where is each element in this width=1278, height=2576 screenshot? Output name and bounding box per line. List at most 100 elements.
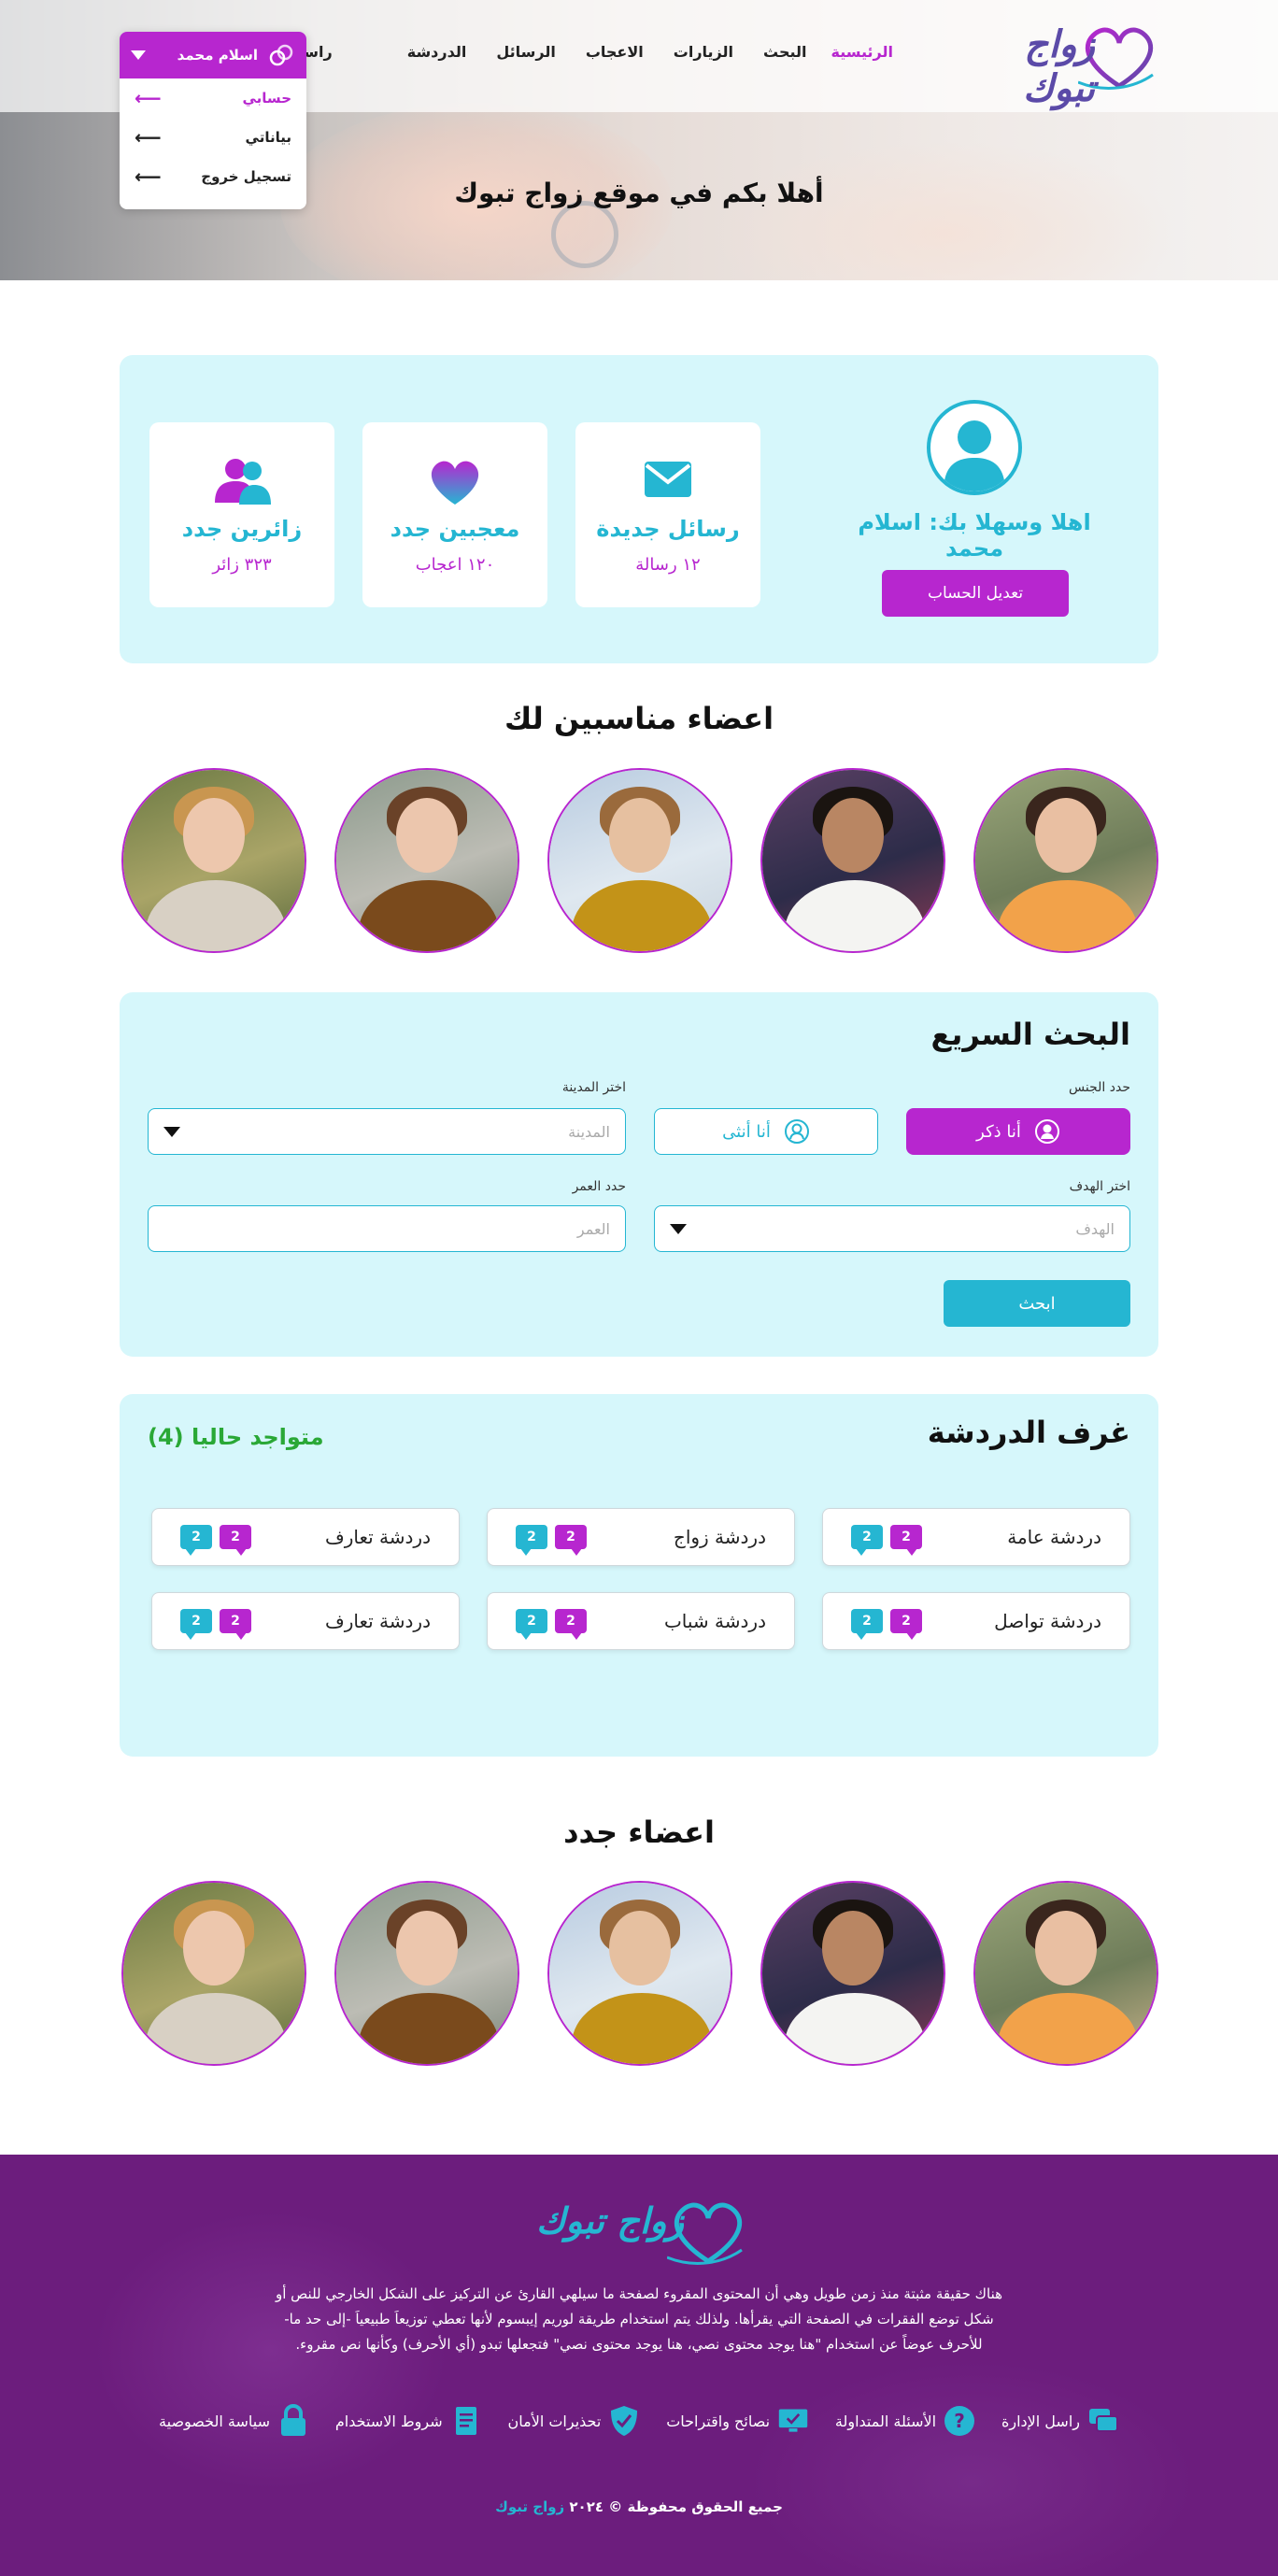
shield-check-icon <box>608 2405 640 2437</box>
heart-icon <box>431 461 479 505</box>
caret-down-icon <box>131 50 146 60</box>
chat-bubbles-icon <box>1087 2405 1119 2437</box>
chat-room[interactable]: دردشة تعارف 2 2 <box>151 1592 460 1650</box>
footer-link-contact-admin[interactable]: راسل الإدارة <box>1001 2405 1119 2437</box>
quick-search-panel: البحث السريع حدد الجنس أنا ذكر أنا أنثى … <box>120 992 1158 1357</box>
logo-text: زواج تبوك <box>1023 22 1095 110</box>
user-count-badge: 2 <box>555 1525 587 1556</box>
footer-link-faq[interactable]: ? الأسئلة المتداولة <box>835 2405 975 2437</box>
age-input[interactable]: العمر <box>148 1205 626 1252</box>
chat-title: غرف الدردشة <box>927 1415 1130 1450</box>
user-name: اسلام محمد <box>177 47 258 64</box>
footer: زواج تبوك هناك حقيقة مثبتة منذ زمن طويل … <box>0 2155 1278 2576</box>
chat-room[interactable]: دردشة شباب 2 2 <box>487 1592 795 1650</box>
copyright: جميع الحقوق محفوظة © ٢٠٢٤ زواج تبوك <box>495 2498 783 2515</box>
footer-link-terms[interactable]: شروط الاستخدام <box>335 2405 482 2437</box>
chevron-down-icon <box>163 1126 180 1137</box>
message-count-badge: 2 <box>516 1609 547 1640</box>
chat-room[interactable]: دردشة زواج 2 2 <box>487 1508 795 1566</box>
city-label: اختر المدينة <box>561 1080 626 1095</box>
footer-links: راسل الإدارة ? الأسئلة المتداولة نصائح و… <box>159 2404 1119 2437</box>
nav-likes[interactable]: الاعجاب <box>586 43 644 61</box>
search-button[interactable]: ابحث <box>944 1280 1130 1327</box>
user-silhouette-icon <box>944 420 1005 491</box>
city-select[interactable]: المدينة <box>148 1108 626 1155</box>
menu-item-my-data[interactable]: ⟵ بياناتي <box>120 118 306 157</box>
arrow-left-icon: ⟵ <box>135 126 162 149</box>
edit-account-button[interactable]: تعديل الحساب <box>882 570 1069 617</box>
user-menu-button[interactable]: اسلام محمد <box>120 32 306 78</box>
arrow-left-icon: ⟵ <box>135 87 162 109</box>
visitors-icon <box>215 459 271 505</box>
menu-item-logout[interactable]: ⟵ تسجيل خروج <box>120 157 306 196</box>
arrow-left-icon: ⟵ <box>135 165 162 188</box>
member-card[interactable] <box>760 1881 945 2066</box>
stat-card-messages[interactable]: رسائل جديدة ١٢ رسالة <box>575 422 760 607</box>
nav-home[interactable]: الرئيسية <box>831 43 894 61</box>
user-circle-icon <box>1034 1119 1059 1144</box>
message-count-badge: 2 <box>851 1525 883 1556</box>
footer-logo[interactable]: زواج تبوك <box>534 2196 749 2270</box>
goal-label: اختر الهدف <box>1069 1179 1130 1194</box>
suggested-title: اعضاء مناسبين لك <box>504 701 774 736</box>
goal-select[interactable]: الهدف <box>654 1205 1130 1252</box>
rings-icon <box>269 44 293 66</box>
footer-link-tips[interactable]: نصائح واقتراحات <box>666 2405 809 2437</box>
envelope-icon <box>645 462 691 497</box>
logo-text: زواج تبوك <box>535 2199 684 2242</box>
member-card[interactable] <box>334 1881 519 2066</box>
question-icon: ? <box>944 2405 975 2437</box>
menu-item-my-account[interactable]: ⟵ حسابي <box>120 78 306 118</box>
footer-link-privacy[interactable]: سياسة الخصوصية <box>159 2404 309 2437</box>
welcome-text: اهلا وسهلا بك: اسلام محمد <box>858 509 1091 562</box>
chat-room[interactable]: دردشة تواصل 2 2 <box>822 1592 1130 1650</box>
ring-image <box>551 201 618 268</box>
online-count: متواجد حاليا (4) <box>148 1424 324 1450</box>
user-count-badge: 2 <box>220 1525 251 1556</box>
chat-rooms-panel: غرف الدردشة متواجد حاليا (4) دردشة عامة … <box>120 1394 1158 1757</box>
nav-chat[interactable]: الدردشة <box>407 43 467 61</box>
user-circle-icon <box>784 1119 809 1144</box>
message-count-badge: 2 <box>516 1525 547 1556</box>
chat-room[interactable]: دردشة تعارف 2 2 <box>151 1508 460 1566</box>
message-count-badge: 2 <box>180 1525 212 1556</box>
chat-room[interactable]: دردشة عامة 2 2 <box>822 1508 1130 1566</box>
message-count-badge: 2 <box>180 1609 212 1640</box>
footer-link-safety[interactable]: تحذيرات الأمان <box>508 2405 641 2437</box>
age-label: حدد العمر <box>572 1179 626 1194</box>
gender-male-button[interactable]: أنا ذكر <box>906 1108 1130 1155</box>
user-dropdown: اسلام محمد ⟵ حسابي ⟵ بياناتي ⟵ تسجيل خرو… <box>120 32 306 209</box>
member-card[interactable] <box>547 768 732 953</box>
message-count-badge: 2 <box>851 1609 883 1640</box>
new-members <box>120 1881 1158 2068</box>
document-icon <box>450 2405 482 2437</box>
nav-visits[interactable]: الزيارات <box>674 43 733 61</box>
footer-description: هناك حقيقة مثبتة منذ زمن طويل وهي أن الم… <box>275 2285 1003 2353</box>
lock-icon <box>277 2404 309 2437</box>
avatar[interactable] <box>927 400 1022 495</box>
member-card[interactable] <box>973 768 1158 953</box>
member-card[interactable] <box>973 1881 1158 2066</box>
new-members-title: اعضاء جدد <box>563 1815 715 1850</box>
member-card[interactable] <box>334 768 519 953</box>
member-card[interactable] <box>121 1881 306 2066</box>
main-nav: الرئيسية البحث الزيارات الاعجاب الرسائل … <box>239 43 893 61</box>
nav-messages[interactable]: الرسائل <box>496 43 555 61</box>
svg-text:?: ? <box>954 2410 965 2432</box>
search-title: البحث السريع <box>930 1017 1130 1052</box>
site-logo[interactable]: زواج تبوك <box>945 21 1160 110</box>
stat-card-likes[interactable]: معجبين جدد ١٢٠ اعجاب <box>362 422 547 607</box>
member-card[interactable] <box>121 768 306 953</box>
member-card[interactable] <box>547 1881 732 2066</box>
copyright-brand[interactable]: زواج تبوك <box>495 2498 564 2515</box>
monitor-check-icon <box>777 2405 809 2437</box>
member-card[interactable] <box>760 768 945 953</box>
gender-label: حدد الجنس <box>1069 1080 1130 1095</box>
user-count-badge: 2 <box>555 1609 587 1640</box>
user-count-badge: 2 <box>890 1609 922 1640</box>
profile-panel: اهلا وسهلا بك: اسلام محمد تعديل الحساب ر… <box>120 355 1158 663</box>
suggested-members <box>120 768 1158 955</box>
stat-card-visitors[interactable]: زائرين جدد ٣٢٣ زائر <box>149 422 334 607</box>
nav-search[interactable]: البحث <box>763 43 807 61</box>
gender-female-button[interactable]: أنا أنثى <box>654 1108 878 1155</box>
